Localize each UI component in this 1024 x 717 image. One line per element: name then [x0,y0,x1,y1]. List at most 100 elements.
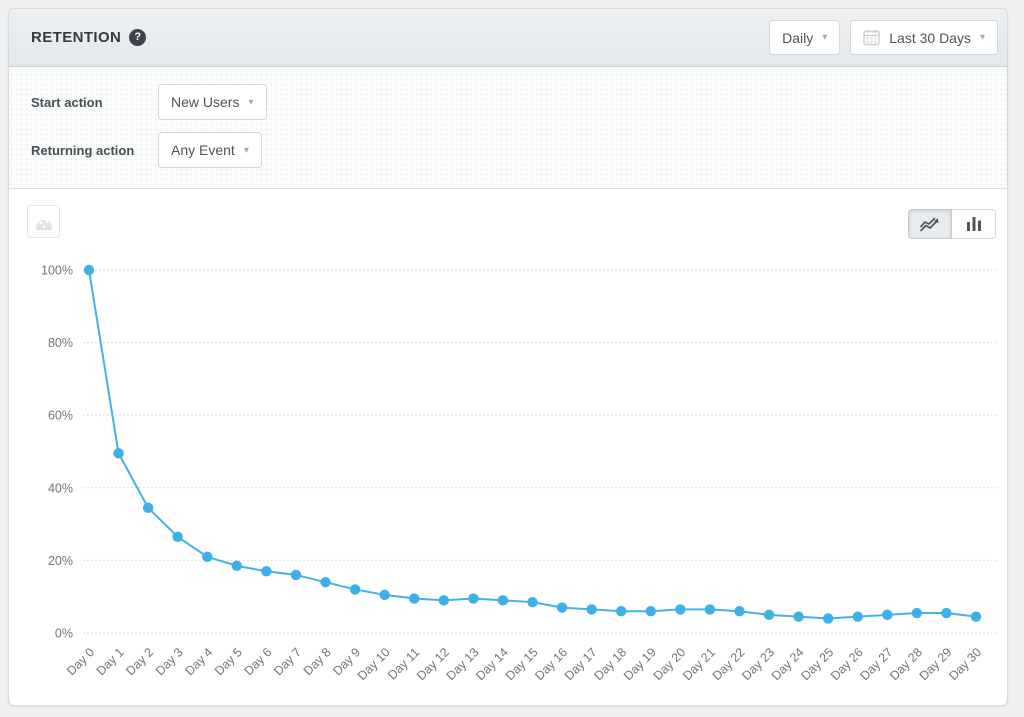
line-chart-icon [919,216,941,233]
retention-report-card: RETENTION ? Daily ▾ [8,8,1008,706]
caret-down-icon: ▾ [244,145,249,156]
x-axis-tick-label: Day 26 [828,645,866,683]
date-range-value: Last 30 Days [889,30,971,46]
data-point[interactable] [113,448,123,458]
date-range-dropdown[interactable]: Last 30 Days ▾ [850,20,998,55]
x-axis-tick-label: Day 16 [532,645,570,683]
x-axis-tick-label: Day 4 [182,645,215,678]
line-chart-toggle-button[interactable] [908,209,952,239]
x-axis-tick-label: Day 22 [710,645,748,683]
x-axis-tick-label: Day 2 [123,645,156,678]
data-point[interactable] [793,611,803,621]
x-axis-tick-label: Day 15 [503,645,541,683]
returning-action-dropdown[interactable]: Any Event ▾ [158,132,262,168]
x-axis-tick-label: Day 13 [444,645,482,683]
returning-action-row: Returning action Any Event ▾ [31,132,1007,168]
x-axis-tick-label: Day 6 [242,645,275,678]
data-point[interactable] [173,532,183,542]
data-point[interactable] [586,604,596,614]
help-icon[interactable]: ? [129,29,146,46]
caret-down-icon: ▾ [822,32,827,43]
data-point[interactable] [912,608,922,618]
y-axis-tick-label: 40% [48,481,73,495]
x-axis-tick-label: Day 23 [739,645,777,683]
x-axis-tick-label: Day 21 [680,645,718,683]
data-point[interactable] [853,611,863,621]
x-axis-tick-label: Day 1 [94,645,127,678]
data-point[interactable] [468,593,478,603]
data-point[interactable] [232,561,242,571]
start-action-value: New Users [171,94,239,110]
caret-down-icon: ▾ [980,32,985,43]
bar-chart-toggle-button[interactable] [952,209,996,239]
data-point[interactable] [734,606,744,616]
data-point[interactable] [971,611,981,621]
chart-options-button[interactable] [27,205,60,238]
data-point[interactable] [320,577,330,587]
data-point[interactable] [143,503,153,513]
x-axis-tick-label: Day 3 [153,645,186,678]
data-point[interactable] [84,265,94,275]
filters-section: Start action New Users ▾ Returning actio… [9,67,1007,189]
start-action-label: Start action [31,95,158,110]
retention-line [89,270,976,618]
y-axis-tick-label: 80% [48,336,73,350]
y-axis-tick-label: 60% [48,409,73,423]
data-point[interactable] [557,602,567,612]
start-action-row: Start action New Users ▾ [31,84,1007,120]
x-axis-tick-label: Day 27 [858,645,896,683]
data-point[interactable] [409,593,419,603]
x-axis-tick-label: Day 18 [591,645,629,683]
interval-dropdown[interactable]: Daily ▾ [769,20,840,55]
data-point[interactable] [291,570,301,580]
calendar-icon [863,29,880,46]
x-axis-tick-label: Day 12 [414,645,452,683]
y-axis-tick-label: 0% [55,627,73,641]
data-point[interactable] [527,597,537,607]
x-axis-tick-label: Day 19 [621,645,659,683]
x-axis-tick-label: Day 8 [301,645,334,678]
data-point[interactable] [616,606,626,616]
header-controls: Daily ▾ Last 30 Days [769,20,998,55]
x-axis-tick-label: Day 10 [355,645,393,683]
x-axis-tick-label: Day 25 [798,645,836,683]
x-axis-tick-label: Day 28 [887,645,925,683]
data-point[interactable] [941,608,951,618]
x-axis-tick-label: Day 30 [946,645,984,683]
data-point[interactable] [350,584,360,594]
data-point[interactable] [379,590,389,600]
header: RETENTION ? Daily ▾ [9,9,1007,67]
x-axis-tick-label: Day 20 [651,645,689,683]
returning-action-value: Any Event [171,142,235,158]
bar-chart-icon [965,216,983,232]
x-axis-tick-label: Day 7 [271,645,304,678]
page-title: RETENTION [31,29,121,46]
data-point[interactable] [261,566,271,576]
chart-type-toggle [908,209,996,239]
start-action-dropdown[interactable]: New Users ▾ [158,84,267,120]
data-point[interactable] [439,595,449,605]
y-axis-tick-label: 20% [48,554,73,568]
returning-action-label: Returning action [31,143,158,158]
data-point[interactable] [823,613,833,623]
data-point[interactable] [705,604,715,614]
data-point[interactable] [882,610,892,620]
data-point[interactable] [675,604,685,614]
title-wrap: RETENTION ? [31,29,146,46]
pie-icon [34,213,54,231]
x-axis-tick-label: Day 14 [473,645,511,683]
caret-down-icon: ▾ [248,97,253,108]
x-axis-tick-label: Day 5 [212,645,245,678]
interval-value: Daily [782,30,813,46]
data-point[interactable] [764,610,774,620]
data-point[interactable] [498,595,508,605]
x-axis-tick-label: Day 24 [769,645,807,683]
x-axis-tick-label: Day 29 [917,645,955,683]
data-point[interactable] [202,552,212,562]
x-axis-tick-label: Day 17 [562,645,600,683]
data-point[interactable] [646,606,656,616]
chart-panel: 0%20%40%60%80%100%Day 0Day 1Day 2Day 3Da… [9,189,1007,705]
x-axis-tick-label: Day 0 [64,645,97,678]
y-axis-tick-label: 100% [41,264,73,278]
retention-line-chart[interactable]: 0%20%40%60%80%100%Day 0Day 1Day 2Day 3Da… [9,189,1008,705]
